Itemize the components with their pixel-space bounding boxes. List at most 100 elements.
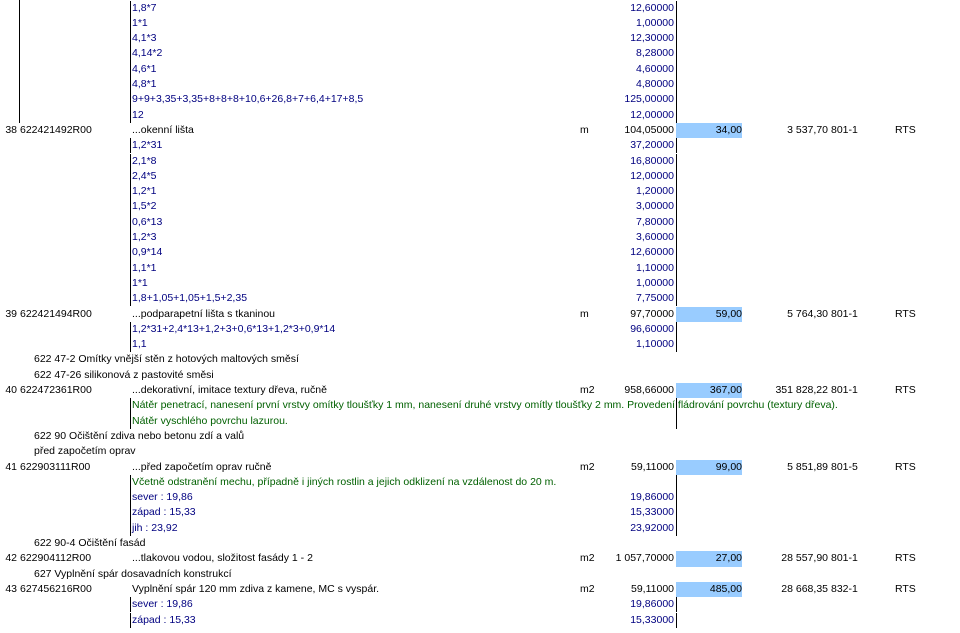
calc-formula: západ : 15,33: [132, 613, 196, 626]
heading-row: 622 90-4 Očištění fasád: [0, 536, 960, 551]
item-category: 832-1: [831, 582, 858, 595]
calc-quantity: 19,86000: [630, 491, 674, 504]
item-quantity: 59,11000: [630, 460, 674, 473]
calc-formula: 1,2*3: [132, 231, 157, 243]
calc-row: 0,6*13 7,80000: [0, 215, 960, 230]
grid-line: [676, 520, 677, 536]
item-source: RTS: [895, 384, 916, 396]
grid-line: [676, 0, 677, 16]
calc-row: 1,5*2 3,00000: [0, 199, 960, 214]
calc-row: 1,2*1 1,20000: [0, 184, 960, 199]
item-total: 351 828,22: [775, 384, 828, 396]
calc-row: 1,8+1,05+1,05+1,5+2,35 7,75000: [0, 291, 960, 306]
grid-line: [676, 337, 677, 353]
item-unit-price[interactable]: 367,00: [676, 383, 742, 399]
heading-row: 622 47-26 silikonová z pastovité směsi: [0, 368, 960, 383]
calc-formula: 1,1: [132, 338, 147, 351]
item-unit-price[interactable]: 34,00: [676, 122, 742, 139]
grid-line: [676, 61, 677, 77]
calc-row: sever : 19,86 19,86000: [0, 597, 960, 612]
grid-line: [676, 597, 677, 613]
item-category: 801-1: [831, 384, 858, 396]
grid-line: [676, 77, 677, 93]
calc-row: 12 12,00000: [0, 108, 960, 123]
item-description: Vyplnění spár 120 mm zdiva z kamene, MC …: [132, 582, 380, 595]
calc-row: 2,4*5 12,00000: [0, 169, 960, 184]
grid-line: [130, 168, 131, 185]
grid-line: [130, 199, 131, 215]
item-number: 41: [5, 460, 17, 473]
note-row: Včetně odstranění mechu, případně i jiný…: [0, 475, 960, 490]
grid-line: [676, 398, 677, 414]
grid-line: [676, 474, 677, 491]
grid-line: [130, 107, 131, 123]
item-row: 39 622421494R00 ...podparapetní lišta s tk…: [0, 306, 960, 322]
grid-line: [676, 153, 677, 169]
calc-row: 1,1*1 1,10000: [0, 261, 960, 276]
budget-sheet: 1,8*7 12,60000 1*1 1,00000 4,1*3 12,30000 4,14…: [0, 0, 960, 633]
item-note: Nátěr vyschlého povrchu lazurou.: [132, 414, 288, 427]
calc-formula: 1,2*31+2,4*13+1,2+3+0,6*13+1,2*3+0,9*14: [132, 322, 336, 335]
item-row: 41 622903111R00 ...před započetím oprav ru…: [0, 459, 960, 475]
item-unit-price[interactable]: 99,00: [676, 459, 742, 475]
calc-formula: 1*1: [132, 276, 148, 289]
calc-row: 0,9*14 12,60000: [0, 245, 960, 260]
grid-line: [130, 321, 131, 338]
calc-quantity: 12,60000: [630, 246, 674, 259]
section-heading: 622 47-2 Omítky vnější stěn z hotových m…: [34, 353, 299, 366]
calc-row: západ : 15,33 15,33000: [0, 505, 960, 520]
calc-formula: 1,2*31: [132, 139, 163, 152]
heading-row: 627 Vyplnění spár dosavadních konstrukcí: [0, 567, 960, 582]
item-note: Včetně odstranění mechu, případně i jiný…: [132, 475, 557, 488]
grid-line: [130, 77, 131, 93]
calc-formula: 2,1*8: [132, 154, 157, 167]
item-source: RTS: [895, 582, 916, 595]
grid-line: [130, 260, 131, 276]
grid-line: [676, 612, 677, 628]
item-number: 38: [5, 123, 17, 136]
calc-row: 4,8*1 4,80000: [0, 77, 960, 92]
grid-line: [676, 214, 677, 230]
grid-line: [130, 505, 131, 521]
section-heading: 622 90 Očištění zdiva nebo betonu zdí a …: [34, 429, 245, 442]
grid-line: [676, 490, 677, 506]
item-unit-price[interactable]: 485,00: [676, 581, 742, 598]
grid-line: [130, 245, 131, 261]
calc-formula: západ : 15,33: [132, 506, 196, 519]
calc-quantity: 1,00000: [636, 16, 674, 29]
calc-row: 9+9+3,35+3,35+8+8+8+10,6+26,8+7+6,4+17+8…: [0, 92, 960, 107]
grid-line: [130, 31, 131, 47]
calc-formula: 1,8+1,05+1,05+1,5+2,35: [132, 292, 248, 305]
item-category: 801-1: [831, 552, 858, 565]
calc-quantity: 12,60000: [630, 1, 674, 14]
grid-line: [676, 230, 677, 246]
grid-line: [130, 612, 131, 628]
calc-formula: sever : 19,86: [132, 491, 193, 504]
item-code: 622421494R00: [20, 307, 92, 320]
item-category: 801-5: [831, 460, 858, 473]
calc-formula: 4,1*3: [132, 32, 157, 45]
calc-formula: 1,5*2: [132, 200, 157, 213]
grid-line: [130, 275, 131, 292]
calc-quantity: 12,30000: [630, 32, 674, 45]
calc-row: 1,1 1,10000: [0, 337, 960, 352]
calc-row: 1*1 1,00000: [0, 16, 960, 31]
calc-formula: 4,6*1: [132, 62, 157, 75]
grid-line: [130, 520, 131, 536]
item-quantity: 958,66000: [624, 384, 674, 396]
item-quantity: 1 057,70000: [615, 552, 674, 565]
item-category: 801-1: [831, 123, 858, 136]
item-row: 40 622472361R00 ...dekorativní, imitace te…: [0, 383, 960, 399]
grid-line: [676, 31, 677, 47]
grid-line: [130, 490, 131, 506]
item-unit-price[interactable]: 27,00: [676, 551, 742, 567]
calc-quantity: 15,33000: [630, 613, 674, 626]
calc-row: 1,2*3 3,60000: [0, 230, 960, 245]
grid-line: [130, 15, 131, 32]
grid-line: [130, 0, 131, 16]
calc-quantity: 96,60000: [630, 322, 674, 335]
item-quantity: 97,70000: [630, 307, 674, 320]
item-description: ...před započetím oprav ručně: [132, 460, 272, 473]
note-row: Nátěr penetrací, nanesení první vrstvy o…: [0, 398, 960, 413]
item-unit-price[interactable]: 59,00: [676, 306, 742, 322]
